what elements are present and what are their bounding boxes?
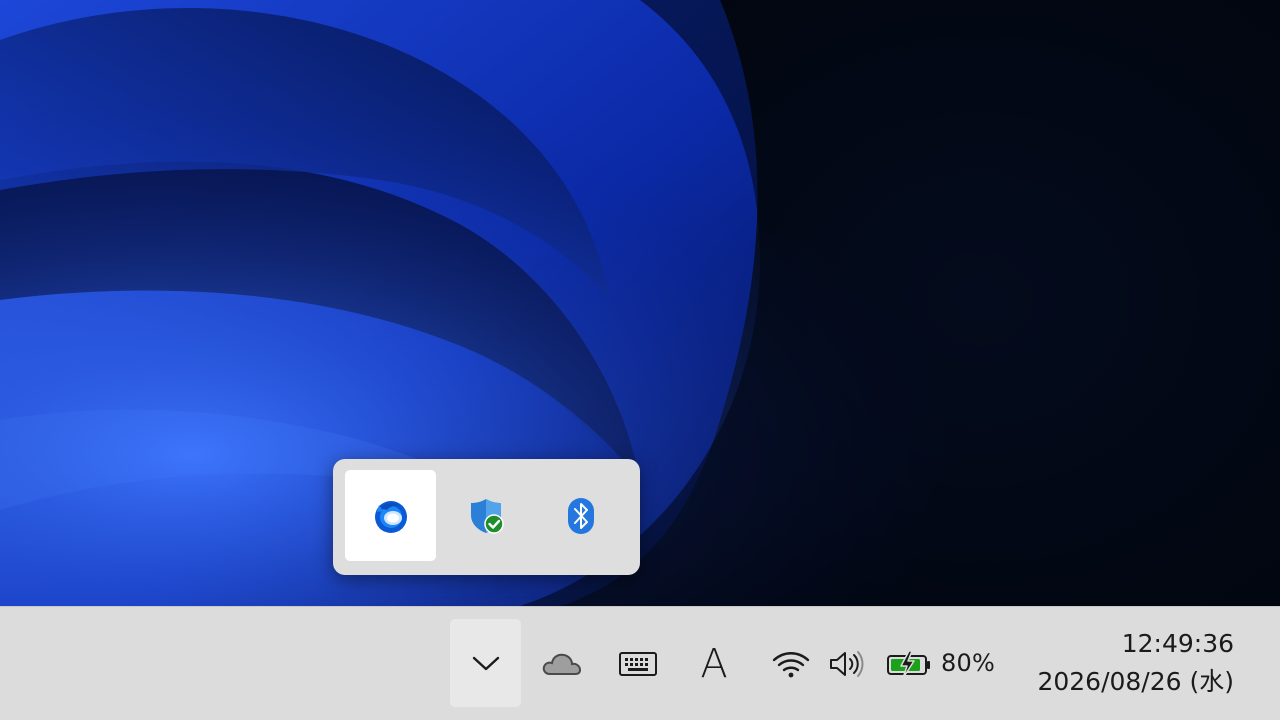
touch-keyboard-icon (619, 652, 657, 676)
battery-charging-icon (887, 650, 930, 679)
clock-button[interactable]: 12:49:36 2026/08/26 (水) (1014, 625, 1234, 701)
show-hidden-icons-button[interactable] (450, 619, 521, 707)
taskbar: A 80% 12:49:36 2026/08/26 (水) (0, 606, 1280, 720)
ime-mode-icon: A (700, 641, 728, 687)
ime-mode-tray-button[interactable]: A (690, 635, 738, 693)
wifi-icon (772, 652, 810, 678)
battery-percent: 80% (941, 649, 995, 677)
tray-overflow-flyout (333, 459, 640, 575)
battery-tray-button[interactable] (884, 635, 934, 693)
touch-keyboard-tray-button[interactable] (612, 635, 664, 693)
flyout-item-thunderbird[interactable] (345, 470, 436, 561)
clock-date: 2026/08/26 (水) (1037, 667, 1234, 696)
onedrive-cloud-icon (542, 653, 582, 675)
desktop-wallpaper (0, 0, 1280, 606)
thunderbird-icon (374, 500, 407, 533)
volume-icon (830, 651, 864, 677)
wallpaper-bloom-graphic (0, 0, 1280, 606)
network-tray-button[interactable] (768, 635, 814, 693)
clock-time: 12:49:36 (1121, 629, 1234, 658)
windows-security-shield-icon (470, 498, 504, 534)
bluetooth-icon (567, 497, 594, 534)
chevron-up-icon (472, 656, 499, 671)
flyout-item-bluetooth[interactable] (535, 470, 626, 561)
volume-tray-button[interactable] (824, 635, 868, 693)
onedrive-tray-button[interactable] (537, 635, 587, 693)
flyout-item-windows-security[interactable] (440, 470, 531, 561)
